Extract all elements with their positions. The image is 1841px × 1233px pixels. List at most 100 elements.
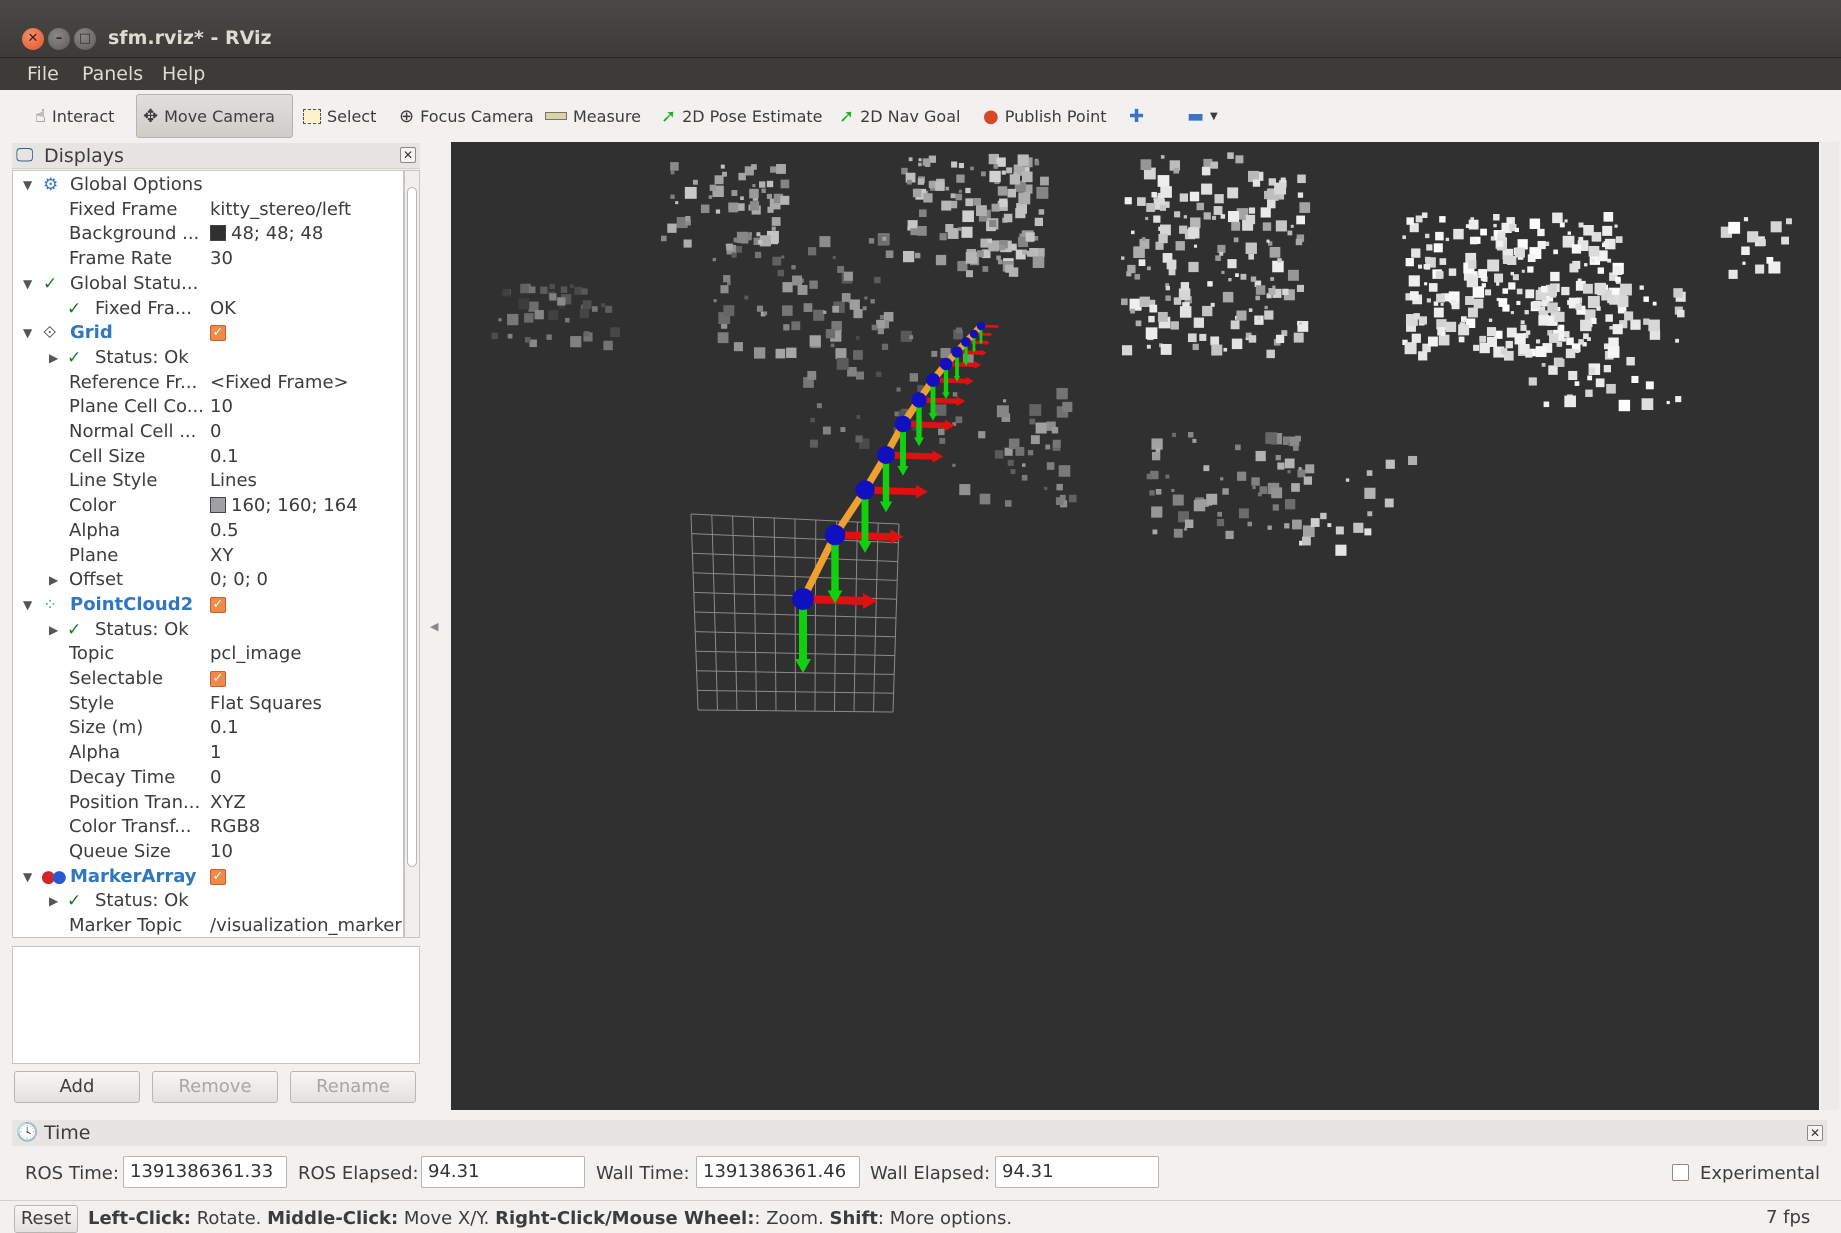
cloud-point: [883, 311, 894, 322]
tree-row-marker-topic[interactable]: Marker Topic /visualization_marker: [13, 914, 403, 937]
expand-arrow-icon[interactable]: ▶: [49, 346, 58, 371]
interact-tool-button[interactable]: ☝ Interact: [28, 94, 121, 138]
tree-row-grid[interactable]: ▼ ⟐ Grid ✓: [13, 321, 403, 346]
cloud-point: [1237, 471, 1247, 481]
tree-row-reference-frame[interactable]: Reference Fr... <Fixed Frame>: [13, 371, 403, 396]
cloud-point: [1151, 451, 1161, 461]
expand-arrow-icon[interactable]: ▼: [23, 272, 32, 297]
remove-tool-dropdown[interactable]: ▬ ▼: [1180, 94, 1225, 138]
cloud-point: [783, 324, 790, 331]
wall-elapsed-field[interactable]: 94.31: [995, 1156, 1159, 1188]
enabled-checkbox[interactable]: ✓: [210, 868, 226, 885]
expand-arrow-icon[interactable]: ▼: [23, 173, 32, 198]
expand-arrow-icon[interactable]: ▼: [23, 865, 32, 890]
cloud-point: [1052, 439, 1061, 448]
tree-row-markerarray[interactable]: ▼ ●● MarkerArray ✓: [13, 865, 403, 890]
menu-help[interactable]: Help: [162, 63, 205, 85]
tree-row-color[interactable]: Color 160; 160; 164: [13, 494, 403, 519]
reset-button[interactable]: Reset: [14, 1205, 78, 1233]
cloud-point: [692, 179, 698, 185]
publish-point-tool-button[interactable]: ● Publish Point: [976, 94, 1114, 138]
remove-display-button[interactable]: Remove: [152, 1071, 278, 1103]
tree-row-background[interactable]: Background ... 48; 48; 48: [13, 222, 403, 247]
scrollbar-thumb[interactable]: [407, 187, 417, 867]
tree-row-decay-time[interactable]: Decay Time 0: [13, 766, 403, 791]
tree-row-alpha-pc[interactable]: Alpha 1: [13, 741, 403, 766]
add-tool-button[interactable]: ✚: [1122, 94, 1151, 138]
render-viewport[interactable]: [451, 142, 1819, 1110]
cloud-point: [1405, 257, 1414, 267]
tree-row-fixed-frame[interactable]: Fixed Frame kitty_stereo/left: [13, 198, 403, 223]
cloud-point: [1006, 167, 1013, 174]
tree-row-pointcloud-status[interactable]: ▶ ✓ Status: Ok: [13, 618, 403, 643]
menu-file[interactable]: File: [27, 63, 59, 85]
tree-row-offset[interactable]: ▶ Offset 0; 0; 0: [13, 568, 403, 593]
collapse-right-arrow-icon[interactable]: [1821, 142, 1839, 1110]
tree-row-style[interactable]: Style Flat Squares: [13, 692, 403, 717]
cloud-point: [1493, 213, 1500, 221]
cloud-point: [874, 276, 881, 284]
ros-time-field[interactable]: 1391386361.33: [123, 1156, 287, 1188]
cloud-point: [962, 210, 974, 223]
tree-row-global-status[interactable]: ▼ ✓ Global Statu...: [13, 272, 403, 297]
cloud-point: [1173, 167, 1180, 174]
minimize-window-button[interactable]: –: [48, 28, 70, 50]
enabled-checkbox[interactable]: ✓: [210, 596, 226, 613]
move-camera-tool-button[interactable]: ✥ Move Camera: [136, 94, 293, 138]
tree-row-fixed-frame-status[interactable]: ✓ Fixed Fra... OK: [13, 297, 403, 322]
cloud-point: [1418, 316, 1427, 325]
tree-row-alpha[interactable]: Alpha 0.5: [13, 519, 403, 544]
cloud-point: [751, 164, 757, 170]
wall-time-field[interactable]: 1391386361.46: [696, 1156, 860, 1188]
select-tool-button[interactable]: Select: [296, 94, 383, 138]
tree-row-normal-cell-count[interactable]: Normal Cell ... 0: [13, 420, 403, 445]
collapse-left-arrow-icon[interactable]: ◀: [430, 620, 438, 633]
close-window-button[interactable]: ✕: [22, 28, 44, 50]
rename-display-button[interactable]: Rename: [290, 1071, 416, 1103]
cloud-point: [1299, 202, 1311, 213]
tree-row-selectable[interactable]: Selectable ✓: [13, 667, 403, 692]
tree-row-marker-status[interactable]: ▶ ✓ Status: Ok: [13, 889, 403, 914]
cloud-point: [1415, 215, 1423, 223]
close-panel-icon[interactable]: ✕: [400, 147, 416, 163]
cloud-point: [1155, 447, 1161, 452]
pose-estimate-tool-button[interactable]: ➚ 2D Pose Estimate: [654, 94, 829, 138]
measure-tool-button[interactable]: Measure: [538, 94, 648, 138]
tree-row-size[interactable]: Size (m) 0.1: [13, 716, 403, 741]
pose-estimate-label: 2D Pose Estimate: [682, 106, 823, 126]
maximize-window-button[interactable]: □: [74, 28, 96, 50]
cloud-point: [1458, 324, 1470, 336]
tree-row-cell-size[interactable]: Cell Size 0.1: [13, 445, 403, 470]
display-tree-scrollbar[interactable]: [404, 170, 420, 938]
cloud-point: [752, 184, 756, 188]
tree-row-plane-cell-count[interactable]: Plane Cell Co... 10: [13, 395, 403, 420]
tree-row-line-style[interactable]: Line Style Lines: [13, 469, 403, 494]
close-panel-icon[interactable]: ✕: [1807, 1125, 1823, 1141]
tree-row-position-transformer[interactable]: Position Tran... XYZ: [13, 791, 403, 816]
cloud-point: [1567, 231, 1571, 235]
enabled-checkbox[interactable]: ✓: [210, 325, 226, 342]
focus-camera-tool-button[interactable]: ⊕ Focus Camera: [392, 94, 541, 138]
expand-arrow-icon[interactable]: ▶: [49, 568, 58, 593]
tree-row-pointcloud2[interactable]: ▼ ⁘ PointCloud2 ✓: [13, 593, 403, 618]
expand-arrow-icon[interactable]: ▼: [23, 321, 32, 346]
add-display-button[interactable]: Add: [14, 1071, 140, 1103]
ros-elapsed-field[interactable]: 94.31: [421, 1156, 585, 1188]
fps-counter: 7 fps: [1766, 1207, 1811, 1228]
expand-arrow-icon[interactable]: ▶: [49, 618, 58, 643]
tree-row-frame-rate[interactable]: Frame Rate 30: [13, 247, 403, 272]
tree-row-grid-status[interactable]: ▶ ✓ Status: Ok: [13, 346, 403, 371]
tree-row-color-transformer[interactable]: Color Transf... RGB8: [13, 815, 403, 840]
nav-goal-tool-button[interactable]: ➚ 2D Nav Goal: [832, 94, 967, 138]
expand-arrow-icon[interactable]: ▶: [49, 889, 58, 914]
tree-row-queue-size[interactable]: Queue Size 10: [13, 840, 403, 865]
tree-row-plane[interactable]: Plane XY: [13, 544, 403, 569]
menu-panels[interactable]: Panels: [82, 63, 143, 85]
cloud-point: [749, 188, 759, 199]
tree-row-global-options[interactable]: ▼ ⚙ Global Options: [13, 173, 403, 198]
experimental-checkbox[interactable]: [1672, 1164, 1689, 1181]
selectable-checkbox[interactable]: ✓: [210, 671, 226, 687]
expand-arrow-icon[interactable]: ▼: [23, 593, 32, 618]
cloud-point: [1590, 258, 1596, 263]
tree-row-topic[interactable]: Topic pcl_image: [13, 642, 403, 667]
